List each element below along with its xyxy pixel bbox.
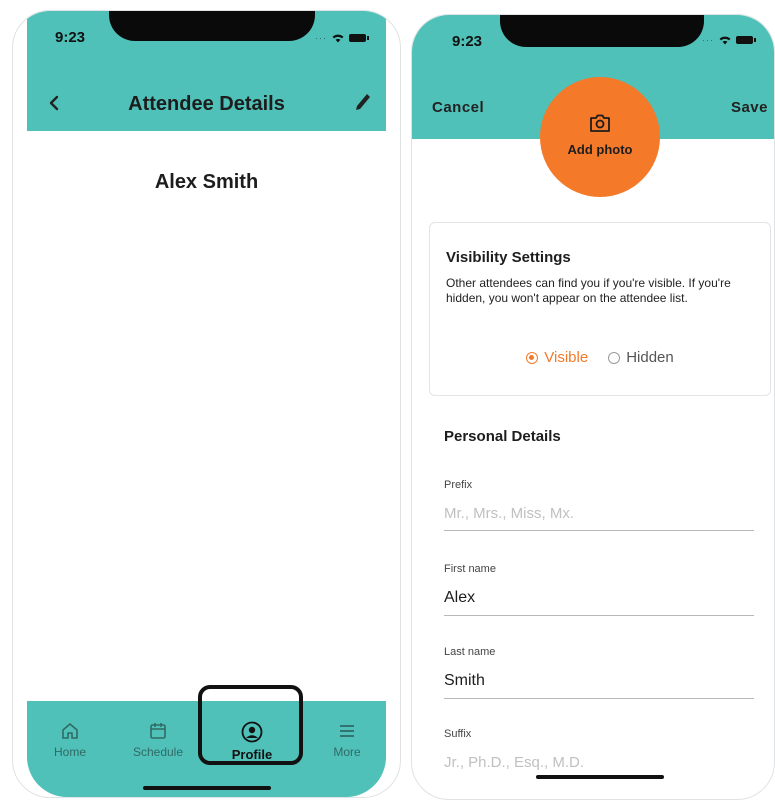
tab-home[interactable]: Home xyxy=(35,721,105,759)
hidden-radio[interactable]: Hidden xyxy=(608,349,674,366)
last-name-label: Last name xyxy=(444,646,496,658)
attendee-name: Alex Smith xyxy=(154,171,259,193)
prefix-placeholder: Mr., Mrs., Miss, Mx. xyxy=(444,505,574,522)
notch xyxy=(500,15,704,47)
page-title: Attendee Details xyxy=(128,93,285,115)
home-indicator xyxy=(143,786,271,790)
visibility-title: Visibility Settings xyxy=(446,249,571,266)
first-name-field[interactable]: First name Alex xyxy=(444,563,754,616)
suffix-field[interactable]: Suffix Jr., Ph.D., Esq., M.D. xyxy=(444,728,754,779)
first-name-value: Alex xyxy=(444,589,476,606)
visible-radio-label: Visible xyxy=(544,349,589,366)
visibility-settings-card: Visibility Settings Other attendees can … xyxy=(429,222,771,396)
visibility-description: Other attendees can find you if you're v… xyxy=(446,276,731,305)
tab-more-label: More xyxy=(333,745,361,759)
visibility-radio-group: Visible Hidden xyxy=(430,349,770,366)
prefix-field[interactable]: Prefix Mr., Mrs., Miss, Mx. xyxy=(444,479,754,531)
home-indicator xyxy=(536,775,664,779)
personal-details-title: Personal Details xyxy=(444,428,561,445)
add-photo-button[interactable]: Add photo xyxy=(540,77,660,197)
radio-unselected-icon xyxy=(608,351,621,364)
radio-selected-icon xyxy=(526,351,539,364)
tab-more[interactable]: More xyxy=(312,721,382,759)
status-time: 9:23 xyxy=(55,29,86,46)
system-icons: ··· xyxy=(315,33,369,43)
last-name-field[interactable]: Last name Smith xyxy=(444,646,754,699)
status-time: 9:23 xyxy=(452,33,483,50)
signal-dots-icon: ··· xyxy=(702,35,714,45)
visible-radio[interactable]: Visible xyxy=(526,349,588,366)
add-photo-label: Add photo xyxy=(567,142,633,157)
save-button[interactable]: Save xyxy=(731,99,768,116)
nav-row: Attendee Details xyxy=(27,81,386,127)
last-name-value: Smith xyxy=(444,672,485,689)
calendar-icon xyxy=(150,723,166,739)
home-icon xyxy=(62,723,78,739)
suffix-label: Suffix xyxy=(444,728,472,740)
hidden-radio-label: Hidden xyxy=(626,349,674,366)
battery-icon xyxy=(736,36,756,44)
wifi-icon xyxy=(332,34,344,43)
profile-tab-highlight-box xyxy=(198,685,303,765)
edit-pencil-icon[interactable] xyxy=(352,91,374,113)
notch xyxy=(109,11,315,41)
tab-home-label: Home xyxy=(53,745,86,759)
wifi-icon xyxy=(719,36,731,45)
prefix-label: Prefix xyxy=(444,479,473,491)
first-name-label: First name xyxy=(444,563,496,575)
attendee-details-screen: 9:23 ··· Attendee Details Alex Smith Hom… xyxy=(12,10,401,798)
cancel-button[interactable]: Cancel xyxy=(432,99,484,116)
system-icons: ··· xyxy=(702,35,756,45)
edit-profile-screen: 9:23 ··· Cancel Save Add photo Visibilit… xyxy=(411,14,775,800)
signal-dots-icon: ··· xyxy=(315,33,327,43)
menu-icon xyxy=(340,725,354,737)
battery-icon xyxy=(349,34,369,42)
tab-schedule-label: Schedule xyxy=(132,745,184,759)
tab-schedule[interactable]: Schedule xyxy=(123,721,193,759)
camera-icon xyxy=(590,114,610,132)
